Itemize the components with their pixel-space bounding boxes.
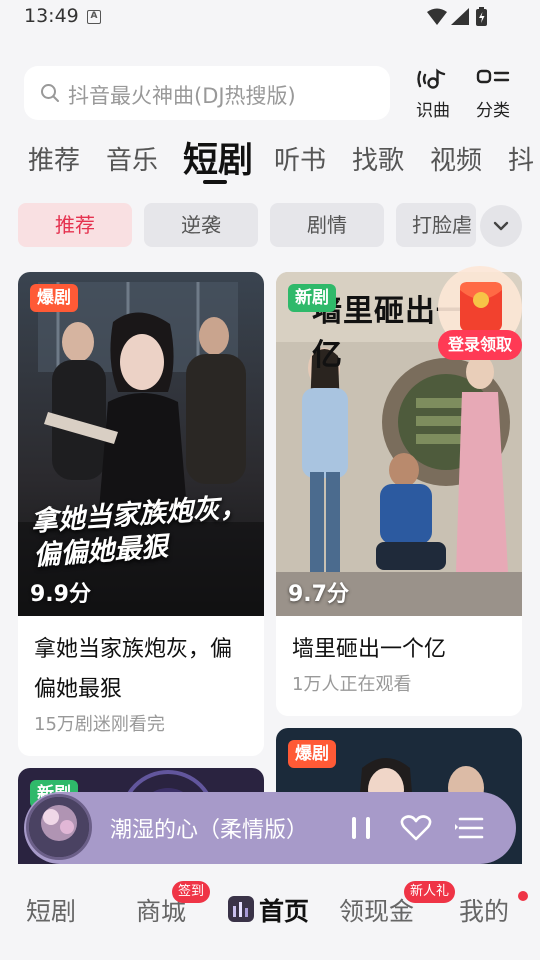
nav-earn-cash[interactable]: 领现金 [339, 892, 414, 928]
playlist-icon[interactable] [454, 814, 484, 842]
nav-mine[interactable]: 我的 [459, 892, 509, 928]
newbie-gift-badge: 新人礼 [404, 881, 456, 903]
identify-song-button[interactable]: 识曲 [409, 68, 457, 121]
nav-home[interactable]: 首页 [259, 892, 309, 928]
drama-title: 拿她当家族炮灰，偏偏她最狠 [34, 637, 233, 702]
wifi-icon [427, 8, 447, 25]
chevron-down-icon [493, 221, 509, 231]
sub-tabs: 推荐 逆袭 剧情 打脸虐 [0, 203, 540, 249]
status-bar: 13:49 A [0, 0, 540, 36]
category-button[interactable]: 分类 [469, 68, 517, 121]
pause-icon[interactable] [348, 814, 374, 842]
drama-card[interactable]: 拿她当家族炮灰，偏偏她最狠 爆剧 9.9分 拿她当家族炮灰，偏偏她最狠 15万剧… [18, 272, 264, 756]
expand-tabs-button[interactable] [480, 205, 522, 247]
drama-subtitle: 1万人正在观看 [292, 674, 412, 695]
tab-recommend[interactable]: 推荐 [28, 140, 80, 177]
drama-poster: 拿她当家族炮灰，偏偏她最狠 爆剧 9.9分 [18, 272, 264, 616]
chip-plot[interactable]: 剧情 [270, 203, 384, 247]
album-cover [26, 794, 92, 860]
login-claim-button[interactable]: 登录领取 [438, 330, 522, 360]
tab-music[interactable]: 音乐 [106, 140, 158, 177]
tab-audiobook[interactable]: 听书 [274, 140, 326, 177]
signal-icon [451, 8, 469, 25]
category-icon [476, 69, 510, 84]
search-placeholder: 抖音最火神曲(DJ热搜版) [68, 84, 296, 108]
status-time: 13:49 [24, 5, 79, 27]
category-tabs: 推荐 音乐 短剧 听书 找歌 视频 抖 [0, 132, 540, 186]
chip-recommend[interactable]: 推荐 [18, 203, 132, 247]
checkin-badge: 签到 [172, 881, 211, 903]
now-playing-title: 潮湿的心（柔情版） [110, 818, 309, 843]
new-badge: 新剧 [288, 284, 336, 312]
category-label: 分类 [476, 101, 510, 121]
drama-subtitle: 15万剧迷刚看完 [34, 714, 165, 735]
heart-icon[interactable] [400, 814, 432, 842]
music-recognize-icon [417, 68, 446, 89]
status-icons [427, 7, 487, 26]
home-music-icon [228, 896, 254, 922]
notification-dot [518, 891, 528, 901]
rating-score: 9.9分 [30, 582, 91, 607]
chip-face-slap[interactable]: 打脸虐 [396, 203, 476, 247]
tab-video[interactable]: 视频 [430, 140, 482, 177]
rating-score: 9.7分 [288, 582, 349, 607]
tab-short-drama[interactable]: 短剧 [183, 132, 253, 183]
tab-douyin[interactable]: 抖 [508, 140, 534, 177]
identify-song-label: 识曲 [416, 101, 450, 121]
hot-badge: 爆剧 [288, 740, 336, 768]
hot-badge: 爆剧 [30, 284, 78, 312]
drama-title: 墙里砸出一个亿 [292, 637, 447, 662]
tab-find-song[interactable]: 找歌 [352, 140, 404, 177]
search-box[interactable]: 抖音最火神曲(DJ热搜版) [24, 66, 390, 120]
mini-player[interactable]: 潮湿的心（柔情版） [24, 792, 516, 864]
chip-comeback[interactable]: 逆袭 [144, 203, 258, 247]
search-icon [41, 84, 59, 102]
bottom-nav: 短剧 商城 签到 首页 领现金 新人礼 我的 [0, 864, 540, 960]
nav-short-drama[interactable]: 短剧 [26, 892, 76, 928]
active-tab-indicator [203, 180, 227, 184]
notification-a-icon: A [87, 10, 101, 24]
